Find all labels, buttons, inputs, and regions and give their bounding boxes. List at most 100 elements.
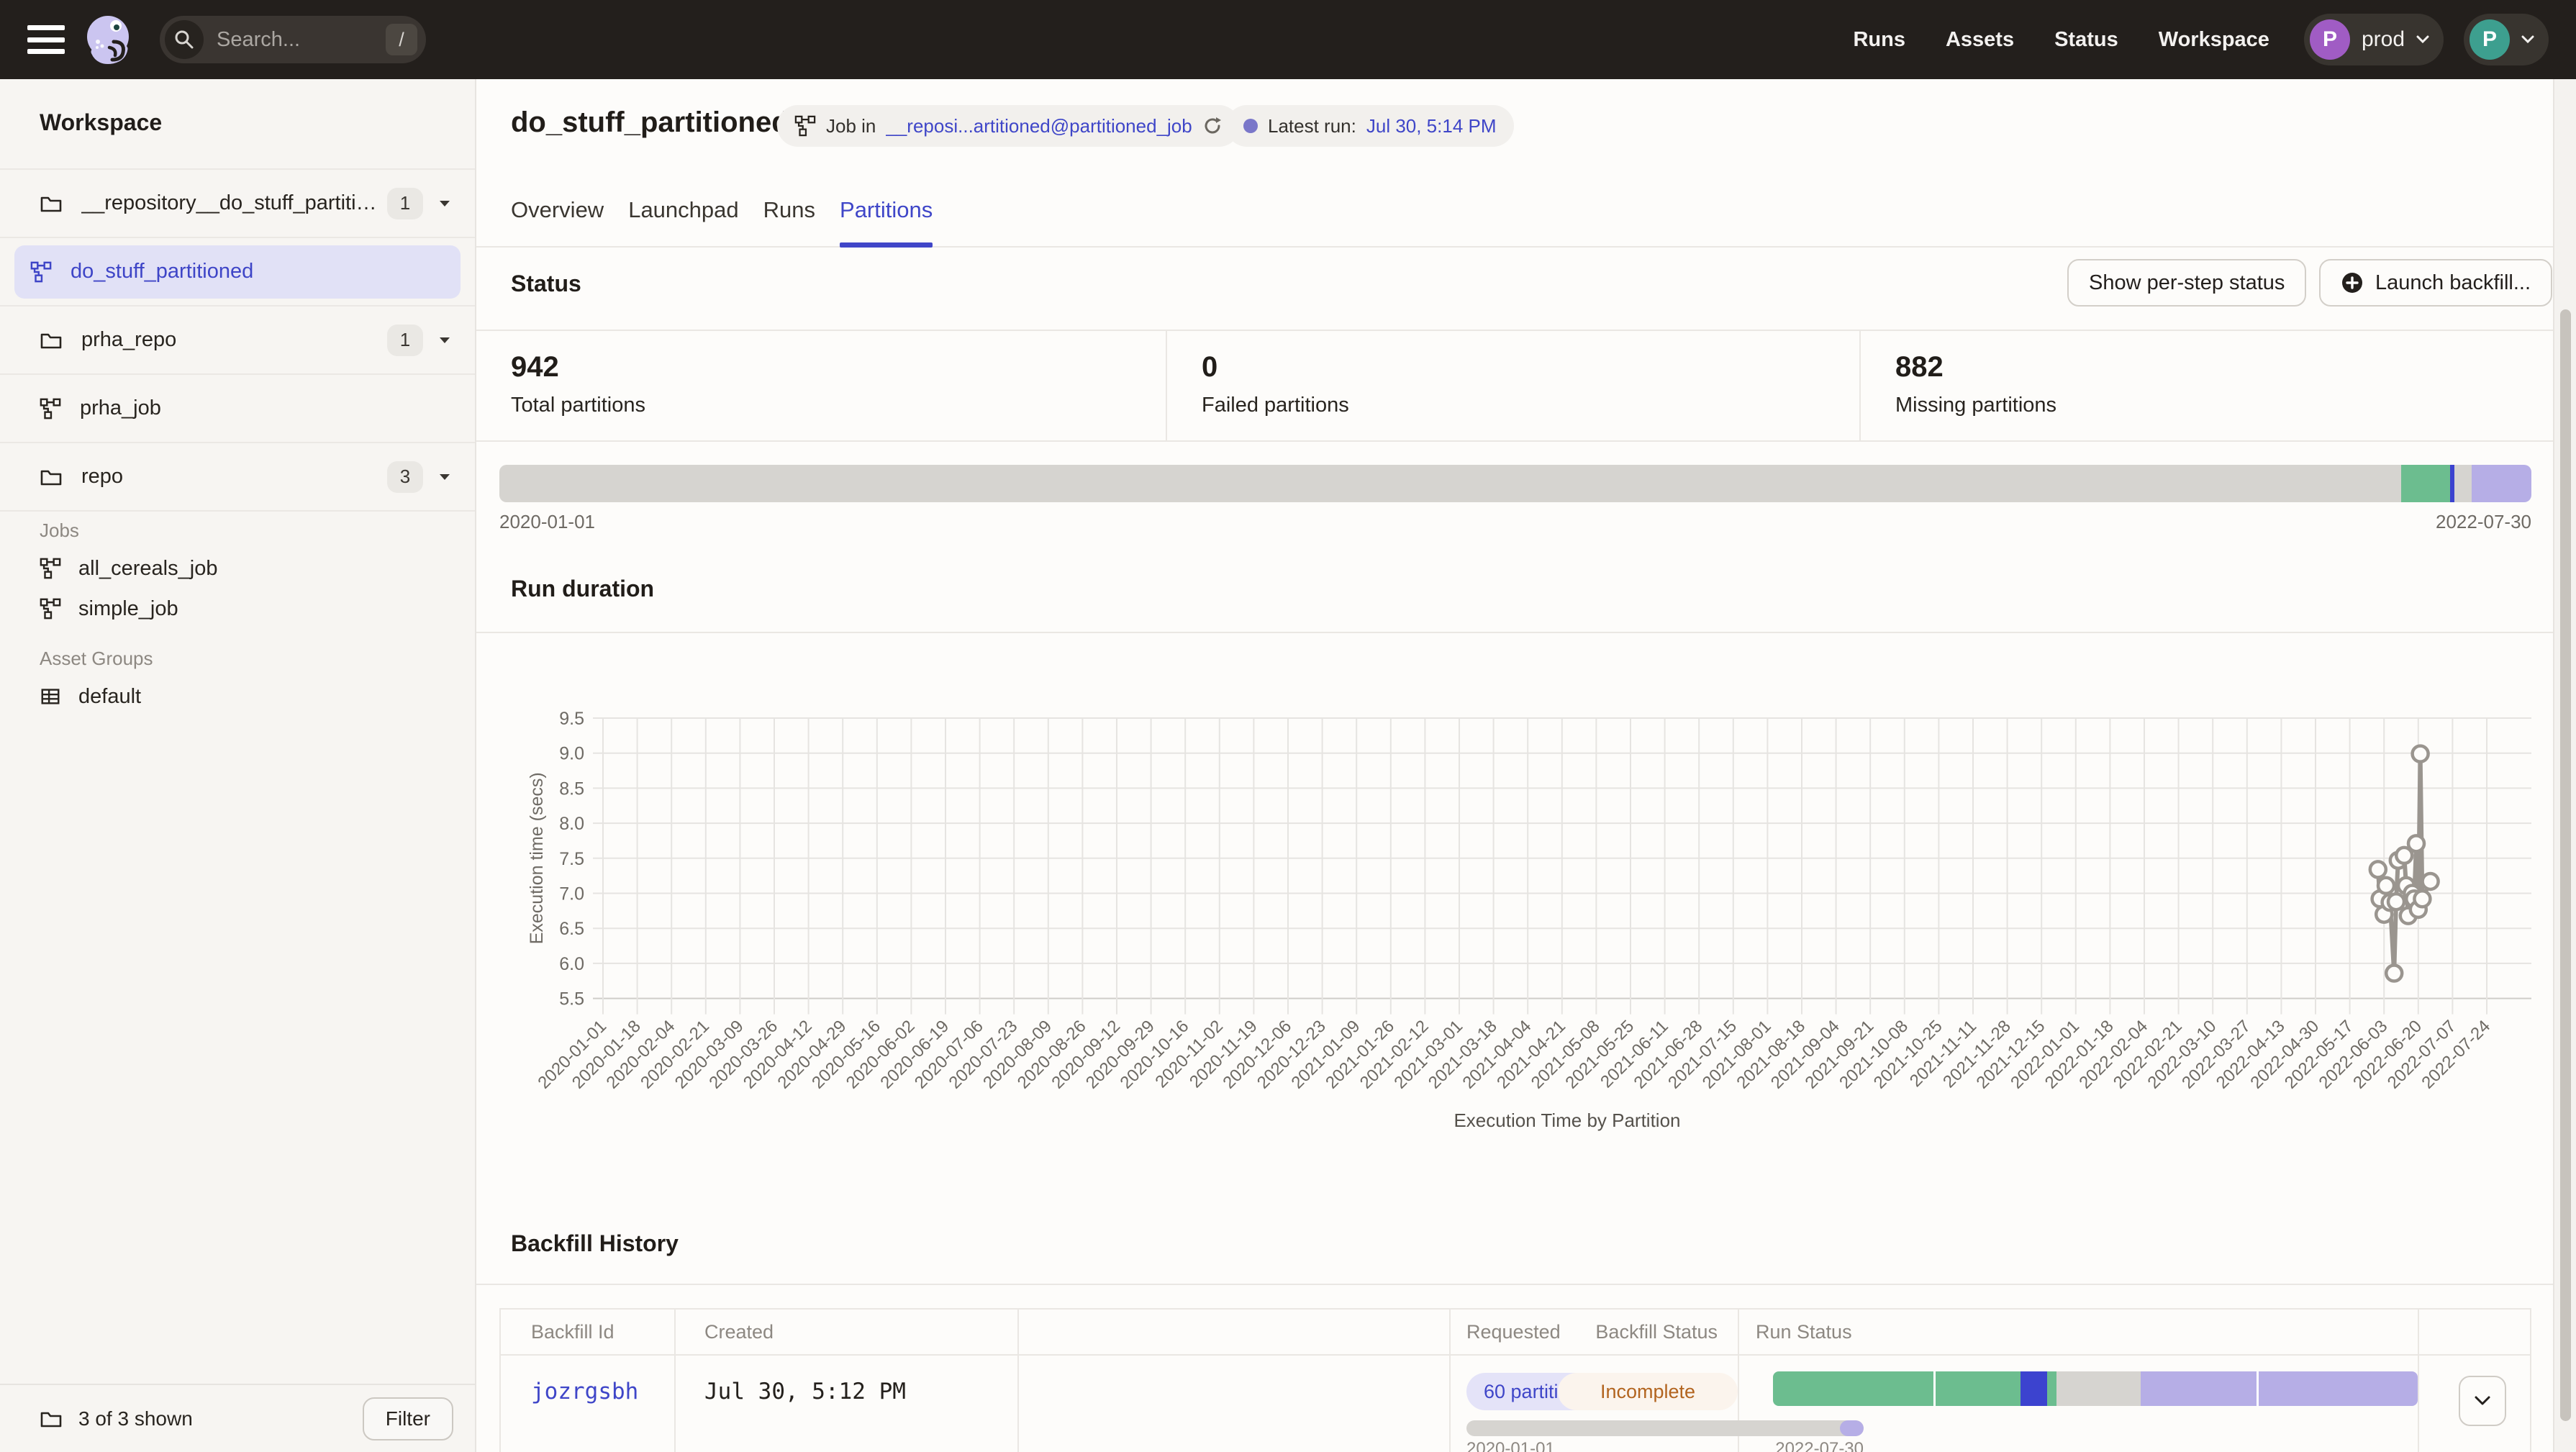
divider xyxy=(501,1354,2530,1356)
sidebar-item-do-stuff-partitioned[interactable]: do_stuff_partitioned xyxy=(0,238,475,307)
requested-date-range: 2020-01-01 2022-07-30 xyxy=(1466,1439,1864,1452)
search-shortcut-key: / xyxy=(386,24,417,55)
svg-text:8.5: 8.5 xyxy=(559,779,584,799)
backfill-status-badge: Incomplete xyxy=(1558,1373,1738,1410)
nav-link-workspace[interactable]: Workspace xyxy=(2159,28,2269,52)
svg-text:8.0: 8.0 xyxy=(559,814,584,834)
requested-progress-bar xyxy=(1466,1420,1864,1436)
stat-label: Total partitions xyxy=(511,394,1166,417)
caret-down-icon[interactable] xyxy=(439,337,450,344)
tab-bar: Overview Launchpad Runs Partitions xyxy=(476,174,2553,248)
svg-text:Execution Time by Partition: Execution Time by Partition xyxy=(1453,1110,1680,1131)
job-icon xyxy=(40,558,61,579)
run-duration-chart: 9.59.08.58.07.57.06.56.05.52020-01-01202… xyxy=(476,646,2553,1150)
job-origin-prefix: Job in xyxy=(826,115,876,137)
show-per-step-status-button[interactable]: Show per-step status xyxy=(2067,259,2306,307)
sidebar-item-label: simple_job xyxy=(78,597,178,621)
chevron-down-icon xyxy=(2474,1395,2491,1407)
run-status-dot-icon xyxy=(1243,119,1258,133)
deployment-avatar: P xyxy=(2310,19,2350,60)
stat-failed-partitions: 0Failed partitions xyxy=(1167,331,1861,440)
requested-start: 2020-01-01 xyxy=(1466,1439,1555,1452)
caret-down-icon[interactable] xyxy=(439,473,450,481)
run-duration-heading: Run duration xyxy=(511,576,654,602)
scrollbar-thumb[interactable] xyxy=(2560,309,2571,1421)
sidebar-item-prha-job[interactable]: prha_job xyxy=(0,375,475,443)
caret-down-icon[interactable] xyxy=(439,200,450,207)
launch-backfill-label: Launch backfill... xyxy=(2375,271,2531,295)
col-header-run-status: Run Status xyxy=(1756,1321,1852,1343)
divider xyxy=(476,440,2553,442)
caret-down-icon[interactable] xyxy=(439,200,450,207)
tab-overview[interactable]: Overview xyxy=(511,174,604,246)
nav-link-runs[interactable]: Runs xyxy=(1853,28,1905,52)
svg-text:9.0: 9.0 xyxy=(559,744,584,764)
stat-value: 0 xyxy=(1202,351,1859,384)
reload-icon[interactable] xyxy=(1202,116,1223,136)
requested-progress-tail xyxy=(1840,1420,1864,1436)
col-header-backfill-id: Backfill Id xyxy=(531,1321,614,1343)
tab-runs[interactable]: Runs xyxy=(763,174,815,246)
svg-text:9.5: 9.5 xyxy=(559,709,584,729)
filter-button[interactable]: Filter xyxy=(363,1397,453,1440)
user-menu[interactable]: P xyxy=(2464,14,2549,65)
selected-highlight: do_stuff_partitioned xyxy=(14,245,461,299)
item-count-badge: 1 xyxy=(387,188,423,219)
svg-text:6.0: 6.0 xyxy=(559,954,584,974)
latest-run-badge: Latest run: Jul 30, 5:14 PM xyxy=(1226,105,1514,147)
run-status-segment xyxy=(2056,1371,2140,1406)
backfill-table: Backfill Id Created Requested Backfill S… xyxy=(499,1308,2531,1452)
jobs-section-label: Jobs xyxy=(40,519,79,542)
sidebar-item-prha-repo[interactable]: prha_repo1 xyxy=(0,307,475,375)
menu-icon[interactable] xyxy=(27,25,65,54)
asset-group-icon xyxy=(40,686,61,707)
svg-text:Execution time (secs): Execution time (secs) xyxy=(527,772,547,944)
deployment-label: prod xyxy=(2362,27,2405,52)
svg-text:6.5: 6.5 xyxy=(559,919,584,939)
sidebar-item--repository-do-stuff-partitio-[interactable]: __repository__do_stuff_partitio...1 xyxy=(0,170,475,238)
sidebar-item-all_cereals_job[interactable]: all_cereals_job xyxy=(0,548,475,589)
latest-run-link[interactable]: Jul 30, 5:14 PM xyxy=(1366,115,1497,137)
caret-down-icon[interactable] xyxy=(439,337,450,344)
status-heading: Status xyxy=(511,271,581,297)
col-header-requested: Requested xyxy=(1466,1321,1561,1343)
latest-run-prefix: Latest run: xyxy=(1268,115,1356,137)
tab-partitions[interactable]: Partitions xyxy=(840,174,933,246)
sidebar-item-label: default xyxy=(78,685,141,709)
run-status-segment xyxy=(2021,1371,2047,1406)
tab-launchpad[interactable]: Launchpad xyxy=(628,174,738,246)
page-title: do_stuff_partitioned xyxy=(511,106,789,139)
partition-bar-segment xyxy=(2454,465,2472,502)
repo-count: 3 of 3 shown xyxy=(78,1407,193,1430)
stat-total-partitions: 942 Total partitions xyxy=(476,331,1167,440)
backfill-id-link[interactable]: jozrgsbh xyxy=(531,1379,638,1405)
caret-down-icon[interactable] xyxy=(439,473,450,481)
partition-bar-segment xyxy=(2401,465,2450,502)
main-content: do_stuff_partitioned Job in __reposi...a… xyxy=(476,79,2553,1452)
job-origin-badge: Job in __reposi...artitioned@partitioned… xyxy=(777,105,1240,147)
workspace-sidebar: Workspace __repository__do_stuff_partiti… xyxy=(0,79,476,1452)
sidebar-item-repo[interactable]: repo3 xyxy=(0,443,475,512)
nav-link-assets[interactable]: Assets xyxy=(1946,28,2014,52)
backfill-created: Jul 30, 5:12 PM xyxy=(704,1379,906,1405)
col-header-backfill-status: Backfill Status xyxy=(1558,1321,1718,1343)
nav-link-status[interactable]: Status xyxy=(2054,28,2118,52)
deployment-switcher[interactable]: P prod xyxy=(2304,14,2444,65)
svg-text:7.5: 7.5 xyxy=(559,849,584,869)
stat-value: 942 xyxy=(511,351,1166,384)
asset-group-list: default xyxy=(0,676,475,717)
run-status-segment xyxy=(2141,1371,2257,1406)
sidebar-item-simple_job[interactable]: simple_job xyxy=(0,589,475,629)
job-origin-link[interactable]: __reposi...artitioned@partitioned_job xyxy=(886,115,1192,137)
expand-row-button[interactable] xyxy=(2459,1376,2506,1426)
sidebar-item-default[interactable]: default xyxy=(0,676,475,717)
search-input[interactable]: Search... / xyxy=(160,16,426,63)
stat-value: 882 xyxy=(1895,351,2553,384)
stat-missing-partitions: 882Missing partitions xyxy=(1861,331,2553,440)
launch-backfill-button[interactable]: Launch backfill... xyxy=(2319,259,2552,307)
asset-groups-section-label: Asset Groups xyxy=(40,648,153,670)
search-placeholder: Search... xyxy=(217,28,300,52)
partition-range-end: 2022-07-30 xyxy=(2436,511,2531,533)
col-header-created: Created xyxy=(704,1321,774,1343)
divider xyxy=(2418,1310,2419,1452)
